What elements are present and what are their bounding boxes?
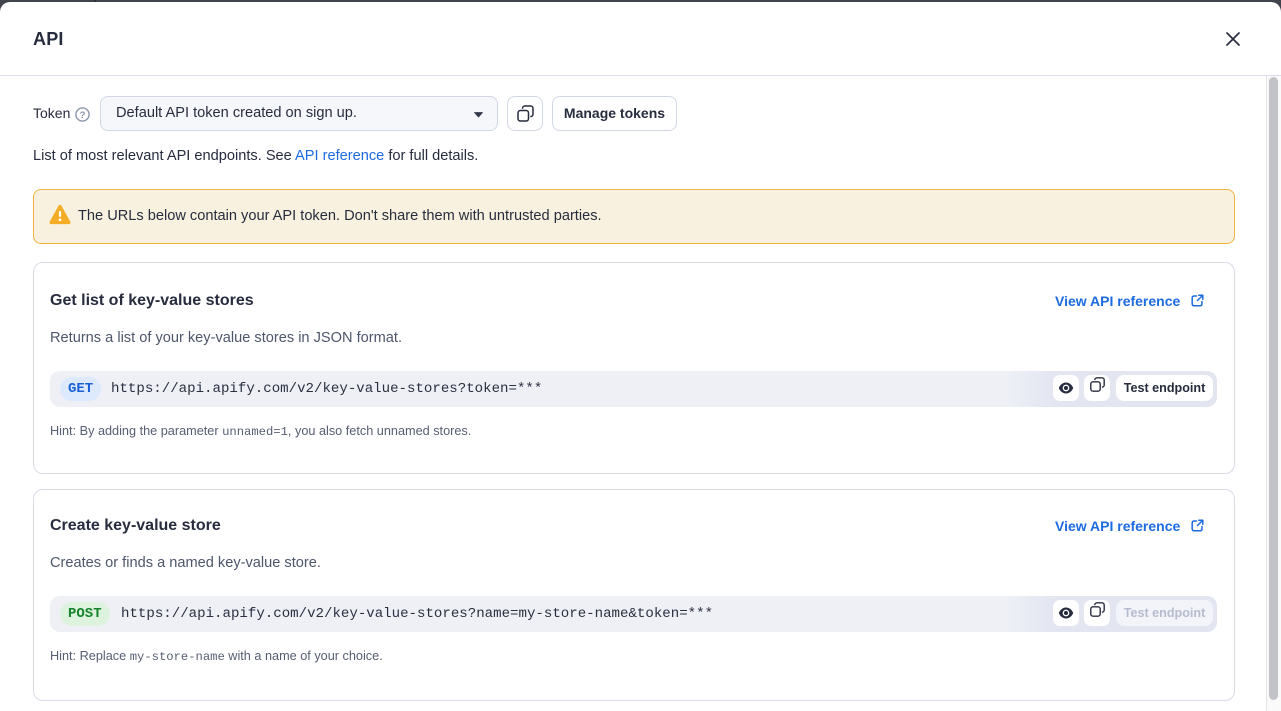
svg-text:?: ? [80, 109, 86, 120]
